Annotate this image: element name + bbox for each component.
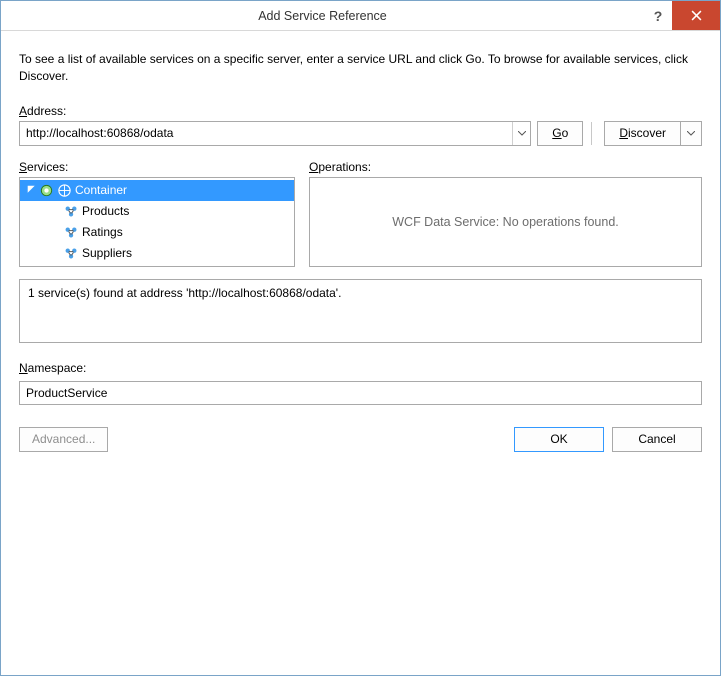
- close-icon: [691, 10, 702, 21]
- discover-dropdown[interactable]: [680, 121, 702, 146]
- go-button[interactable]: Go: [537, 121, 583, 146]
- address-row: Go Discover: [19, 121, 702, 146]
- service-globe-icon: [39, 183, 54, 198]
- status-box: 1 service(s) found at address 'http://lo…: [19, 279, 702, 343]
- operations-column: Operations: WCF Data Service: No operati…: [309, 160, 702, 267]
- tree-item-suppliers[interactable]: Suppliers: [20, 243, 294, 264]
- status-text: 1 service(s) found at address 'http://lo…: [28, 286, 341, 300]
- services-label: Services:: [19, 160, 295, 174]
- operations-placeholder: WCF Data Service: No operations found.: [310, 178, 701, 266]
- tree-item-label: Products: [82, 204, 129, 218]
- address-input[interactable]: [20, 122, 512, 145]
- tree: Container Products Ratings: [20, 178, 294, 266]
- help-button[interactable]: ?: [644, 1, 672, 30]
- namespace-label: Namespace:: [19, 361, 702, 375]
- footer: Advanced... OK Cancel: [19, 427, 702, 452]
- advanced-button[interactable]: Advanced...: [19, 427, 108, 452]
- chevron-down-icon: [518, 131, 526, 136]
- cancel-button[interactable]: Cancel: [612, 427, 702, 452]
- services-tree[interactable]: Container Products Ratings: [19, 177, 295, 267]
- tree-item-container[interactable]: Container: [20, 180, 294, 201]
- tree-item-label: Container: [75, 183, 127, 197]
- tree-item-ratings[interactable]: Ratings: [20, 222, 294, 243]
- close-button[interactable]: [672, 1, 720, 30]
- entity-icon: [64, 246, 79, 261]
- chevron-down-icon: [687, 131, 695, 136]
- container-icon: [57, 183, 72, 198]
- services-column: Services: Container: [19, 160, 295, 267]
- entity-icon: [64, 225, 79, 240]
- operations-list[interactable]: WCF Data Service: No operations found.: [309, 177, 702, 267]
- discover-button[interactable]: Discover: [604, 121, 680, 146]
- namespace-input[interactable]: [19, 381, 702, 405]
- dialog-content: To see a list of available services on a…: [1, 31, 720, 675]
- ok-button[interactable]: OK: [514, 427, 604, 452]
- tree-item-label: Ratings: [82, 225, 123, 239]
- operations-label: Operations:: [309, 160, 702, 174]
- instructions-text: To see a list of available services on a…: [19, 51, 702, 86]
- entity-icon: [64, 204, 79, 219]
- window-title: Add Service Reference: [1, 9, 644, 23]
- tree-item-label: Suppliers: [82, 246, 132, 260]
- address-label: Address:: [19, 104, 702, 118]
- namespace-section: Namespace:: [19, 361, 702, 405]
- tree-item-products[interactable]: Products: [20, 201, 294, 222]
- tree-expand-icon[interactable]: [26, 184, 36, 196]
- address-combobox[interactable]: [19, 121, 531, 146]
- titlebar-buttons: ?: [644, 1, 720, 30]
- discover-splitbutton: Discover: [604, 121, 702, 146]
- titlebar: Add Service Reference ?: [1, 1, 720, 31]
- combobox-arrow[interactable]: [512, 122, 530, 145]
- separator: [591, 122, 592, 145]
- lists-row: Services: Container: [19, 160, 702, 267]
